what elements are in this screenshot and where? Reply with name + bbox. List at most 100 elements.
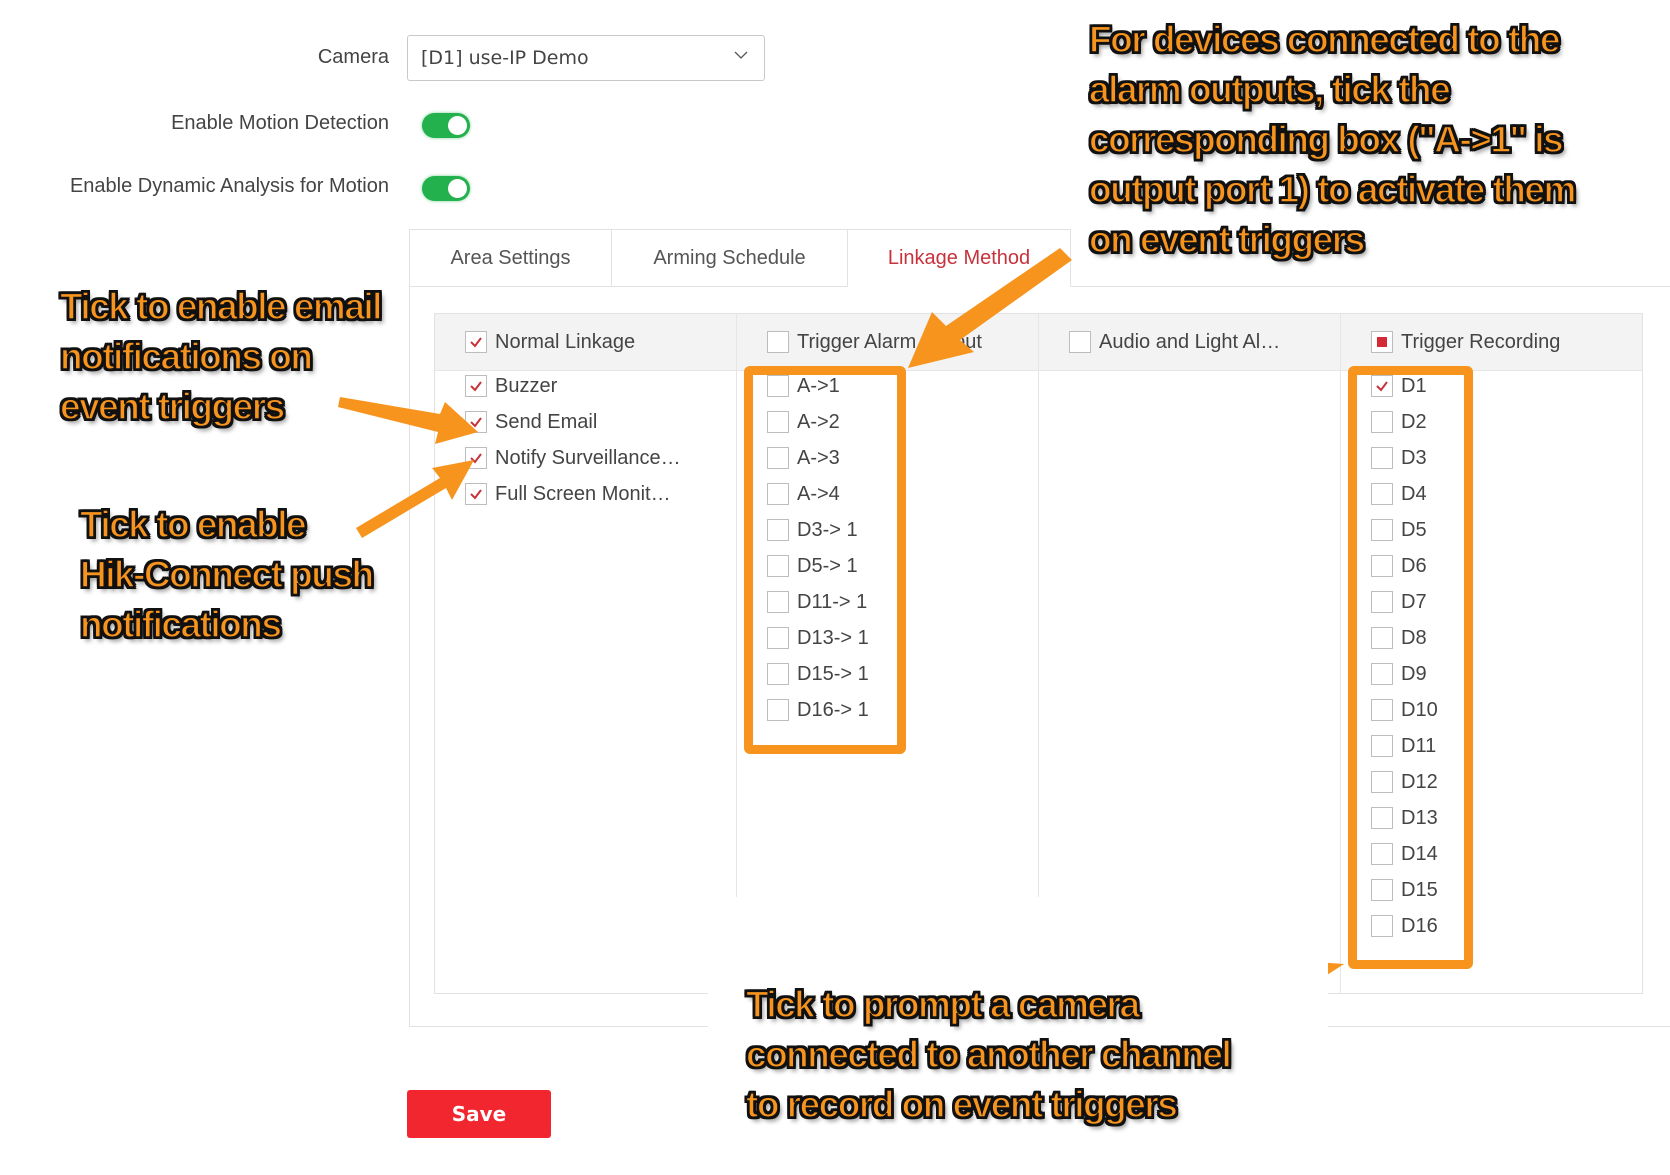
option-checkbox[interactable] [1371, 771, 1393, 793]
option-checkbox[interactable] [1371, 663, 1393, 685]
linkage-option[interactable]: D2 [1371, 409, 1427, 435]
option-label: D6 [1401, 554, 1427, 577]
option-checkbox[interactable] [1371, 375, 1393, 397]
option-label: A->2 [797, 410, 840, 433]
linkage-option[interactable]: D16 [1371, 913, 1438, 939]
option-checkbox[interactable] [767, 663, 789, 685]
linkage-option[interactable]: D15 [1371, 877, 1438, 903]
linkage-option[interactable]: D6 [1371, 553, 1427, 579]
linkage-option[interactable]: Full Screen Monit… [465, 481, 671, 507]
tab-arming-schedule[interactable]: Arming Schedule [611, 229, 847, 287]
option-label: D7 [1401, 590, 1427, 613]
tab-area-settings[interactable]: Area Settings [409, 229, 611, 287]
linkage-option[interactable]: D1 [1371, 373, 1427, 399]
linkage-option[interactable]: D12 [1371, 769, 1438, 795]
option-checkbox[interactable] [1371, 915, 1393, 937]
linkage-option[interactable]: D5-> 1 [767, 553, 858, 579]
option-checkbox[interactable] [767, 699, 789, 721]
option-checkbox[interactable] [1371, 555, 1393, 577]
option-checkbox[interactable] [1371, 879, 1393, 901]
linkage-option[interactable]: Notify Surveillance… [465, 445, 681, 471]
linkage-option[interactable]: D5 [1371, 517, 1427, 543]
checkmark-icon [470, 417, 482, 428]
option-label: D13 [1401, 806, 1438, 829]
option-checkbox[interactable] [1371, 807, 1393, 829]
dynamic-analysis-toggle[interactable] [422, 176, 470, 201]
linkage-option[interactable]: D10 [1371, 697, 1438, 723]
linkage-option[interactable]: D4 [1371, 481, 1427, 507]
linkage-option[interactable]: A->2 [767, 409, 840, 435]
linkage-option[interactable]: D13-> 1 [767, 625, 869, 651]
camera-select[interactable]: [D1] use-IP Demo [407, 35, 765, 81]
option-label: D3-> 1 [797, 518, 858, 541]
checkmark-icon [1376, 381, 1388, 392]
tab-label: Arming Schedule [653, 246, 806, 269]
linkage-option[interactable]: D14 [1371, 841, 1438, 867]
annotation-line: output port 1) to activate them [1088, 168, 1577, 211]
header-checkbox[interactable] [767, 331, 789, 353]
option-label: Buzzer [495, 374, 558, 397]
linkage-option[interactable]: A->4 [767, 481, 840, 507]
tab-linkage-method[interactable]: Linkage Method [847, 229, 1071, 287]
linkage-option[interactable]: A->1 [767, 373, 840, 399]
save-button[interactable]: Save [407, 1090, 551, 1138]
column-header[interactable]: Normal Linkage [465, 314, 635, 370]
linkage-option[interactable]: D7 [1371, 589, 1427, 615]
annotation-line: to record on event triggers [745, 1083, 1178, 1126]
column-header[interactable]: Trigger Alarm Output [767, 314, 982, 370]
linkage-option[interactable]: D3 [1371, 445, 1427, 471]
option-checkbox[interactable] [465, 447, 487, 469]
annotation-email: Tick to enable email notifications on ev… [59, 282, 383, 432]
header-checkbox[interactable] [465, 331, 487, 353]
header-checkbox[interactable] [1069, 331, 1091, 353]
linkage-option[interactable]: D11 [1371, 733, 1436, 759]
linkage-option[interactable]: D9 [1371, 661, 1427, 687]
option-label: Send Email [495, 410, 598, 433]
annotation-line: Tick to prompt a camera [745, 983, 1141, 1026]
option-checkbox[interactable] [767, 519, 789, 541]
option-checkbox[interactable] [767, 591, 789, 613]
column-header[interactable]: Trigger Recording [1371, 314, 1560, 370]
header-checkbox[interactable] [1371, 331, 1393, 353]
option-checkbox[interactable] [1371, 843, 1393, 865]
option-checkbox[interactable] [1371, 483, 1393, 505]
linkage-option[interactable]: D3-> 1 [767, 517, 858, 543]
motion-detection-toggle[interactable] [422, 113, 470, 138]
column-header-label: Trigger Alarm Output [797, 330, 982, 353]
option-checkbox[interactable] [767, 447, 789, 469]
option-checkbox[interactable] [1371, 411, 1393, 433]
linkage-option[interactable]: Buzzer [465, 373, 557, 399]
option-checkbox[interactable] [1371, 519, 1393, 541]
linkage-option[interactable]: D13 [1371, 805, 1438, 831]
option-label: D10 [1401, 698, 1438, 721]
option-checkbox[interactable] [767, 375, 789, 397]
option-label: D11 [1401, 734, 1437, 757]
linkage-option[interactable]: D16-> 1 [767, 697, 869, 723]
option-checkbox[interactable] [1371, 591, 1393, 613]
partial-check-icon [1377, 337, 1387, 347]
linkage-option[interactable]: D15-> 1 [767, 661, 869, 687]
option-checkbox[interactable] [767, 627, 789, 649]
linkage-option[interactable]: D11-> 1 [767, 589, 867, 615]
option-checkbox[interactable] [465, 375, 487, 397]
option-checkbox[interactable] [1371, 735, 1393, 757]
column-header[interactable]: Audio and Light Al… [1069, 314, 1280, 370]
camera-select-value: [D1] use-IP Demo [421, 47, 589, 69]
option-checkbox[interactable] [767, 483, 789, 505]
checkmark-icon [470, 453, 482, 464]
dynamic-analysis-label: Enable Dynamic Analysis for Motion [69, 175, 389, 197]
linkage-option[interactable]: A->3 [767, 445, 840, 471]
chevron-down-icon [734, 51, 748, 59]
option-checkbox[interactable] [465, 483, 487, 505]
option-checkbox[interactable] [767, 555, 789, 577]
annotation-line: Hik-Connect push [79, 553, 375, 596]
linkage-option[interactable]: Send Email [465, 409, 597, 435]
option-checkbox[interactable] [1371, 627, 1393, 649]
option-checkbox[interactable] [465, 411, 487, 433]
option-checkbox[interactable] [1371, 699, 1393, 721]
option-checkbox[interactable] [1371, 447, 1393, 469]
option-checkbox[interactable] [767, 411, 789, 433]
linkage-option[interactable]: D8 [1371, 625, 1427, 651]
tab-bar: Area Settings Arming Schedule Linkage Me… [409, 229, 1071, 287]
annotation-line: corresponding box ("A->1" is [1088, 118, 1564, 161]
